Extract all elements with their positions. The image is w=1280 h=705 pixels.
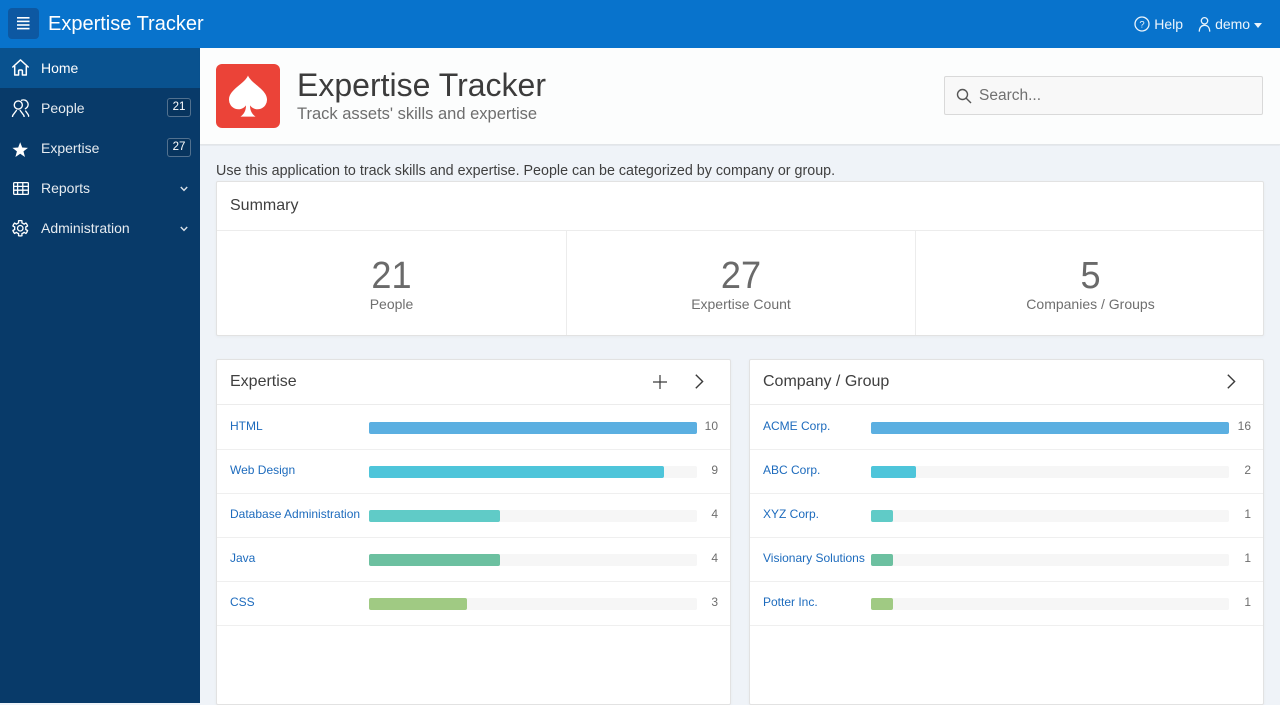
svg-text:?: ? (1140, 20, 1145, 31)
